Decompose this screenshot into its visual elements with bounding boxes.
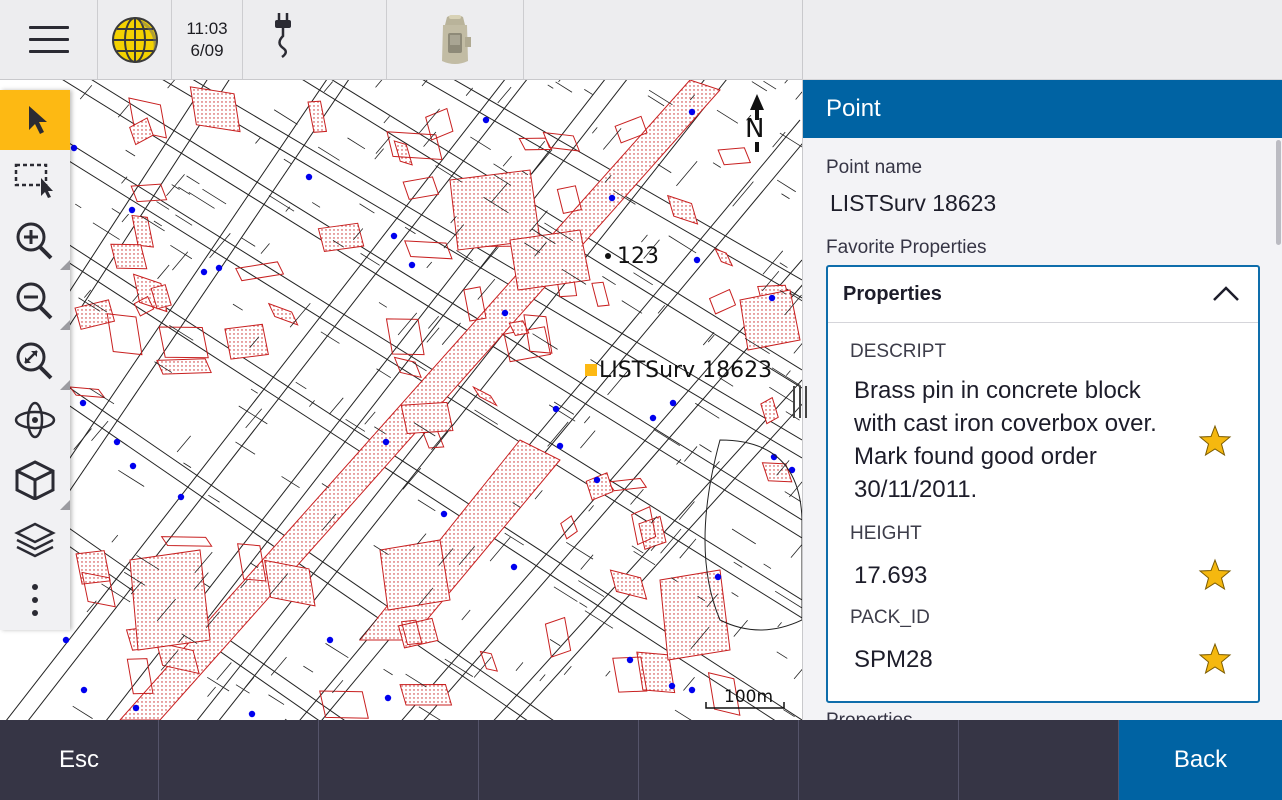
map-view[interactable]: N 123 LISTSurv 18623 100m	[0, 80, 802, 720]
orbit-button[interactable]	[0, 390, 70, 450]
zoom-out-icon	[16, 282, 53, 320]
properties-section-label: Properties	[826, 710, 913, 720]
point-details-panel: Point Point name LISTSurv 18623 Favorite…	[802, 80, 1282, 720]
property-key-pack-id: PACK_ID	[850, 607, 930, 628]
point-123-marker[interactable]	[605, 253, 611, 259]
back-button[interactable]: Back	[1119, 720, 1282, 800]
gnss-receiver-button[interactable]	[387, 0, 524, 79]
select-box-icon	[14, 163, 53, 198]
clock-time: 11:03	[186, 19, 228, 38]
selected-point-marker[interactable]	[585, 364, 597, 376]
favorite-star-icon[interactable]	[1198, 558, 1232, 592]
more-icon	[32, 584, 38, 616]
panel-scrollbar[interactable]	[1276, 140, 1281, 245]
point-123-label: 123	[617, 244, 659, 269]
layers-icon	[14, 522, 56, 558]
select-box-tool-button[interactable]	[0, 150, 70, 210]
coordinate-system-button[interactable]	[98, 0, 172, 79]
properties-card: Properties DESCRIPT Brass pin in concret…	[826, 265, 1260, 703]
parcel-polygons	[69, 80, 801, 720]
esc-button[interactable]: Esc	[0, 720, 159, 800]
zoom-extents-icon	[16, 342, 53, 380]
softkey-empty	[639, 720, 799, 800]
selected-point-label: LISTSurv 18623	[599, 358, 773, 383]
orbit-icon	[14, 401, 56, 439]
softkey-empty	[319, 720, 479, 800]
property-value-pack-id: SPM28	[854, 646, 933, 673]
property-value-height: 17.693	[854, 562, 928, 589]
more-tools-button[interactable]	[0, 570, 70, 630]
softkey-empty	[799, 720, 959, 800]
select-tool-button[interactable]	[0, 90, 70, 150]
gnss-receiver-icon	[442, 15, 471, 64]
point-name-value: LISTSurv 18623	[830, 190, 997, 216]
menu-button[interactable]	[0, 0, 98, 79]
property-key-descript: DESCRIPT	[850, 341, 947, 362]
property-value-descript: Brass pin in concrete block with cast ir…	[854, 377, 1157, 503]
properties-card-title: Properties	[843, 283, 942, 305]
panel-header: Point	[803, 80, 1282, 138]
favorite-star-icon[interactable]	[1198, 642, 1232, 676]
clock[interactable]: 11:03 6/09	[172, 0, 243, 79]
clock-date: 6/09	[190, 41, 224, 60]
zoom-in-button[interactable]	[0, 210, 70, 270]
3d-view-icon	[15, 460, 55, 500]
favorite-star-icon[interactable]	[1198, 424, 1232, 458]
map-toolbar	[0, 90, 70, 630]
power-status-button[interactable]	[243, 0, 387, 79]
select-icon	[29, 106, 47, 134]
softkey-empty	[959, 720, 1119, 800]
zoom-in-icon	[16, 222, 53, 260]
properties-card-header[interactable]: Properties	[828, 267, 1258, 323]
softkey-bar: Esc Back	[0, 720, 1282, 800]
status-bar-panel-area	[802, 0, 1282, 80]
softkey-empty	[159, 720, 319, 800]
3d-view-button[interactable]	[0, 450, 70, 510]
point-name-label: Point name	[826, 157, 923, 178]
softkey-empty	[479, 720, 639, 800]
globe-icon	[112, 17, 158, 63]
favorite-properties-label: Favorite Properties	[826, 237, 987, 258]
map-canvas[interactable]	[0, 80, 802, 720]
zoom-extents-button[interactable]	[0, 330, 70, 390]
layers-button[interactable]	[0, 510, 70, 570]
scale-label: 100m	[724, 687, 774, 707]
chevron-up-icon[interactable]	[1211, 283, 1241, 303]
menu-icon	[29, 26, 69, 62]
status-bar: 11:03 6/09	[0, 0, 802, 80]
panel-resize-handle[interactable]	[790, 384, 810, 420]
panel-title: Point	[826, 95, 881, 122]
north-label: N	[745, 114, 765, 144]
property-key-height: HEIGHT	[850, 523, 922, 544]
power-plug-icon	[275, 13, 291, 58]
zoom-out-button[interactable]	[0, 270, 70, 330]
